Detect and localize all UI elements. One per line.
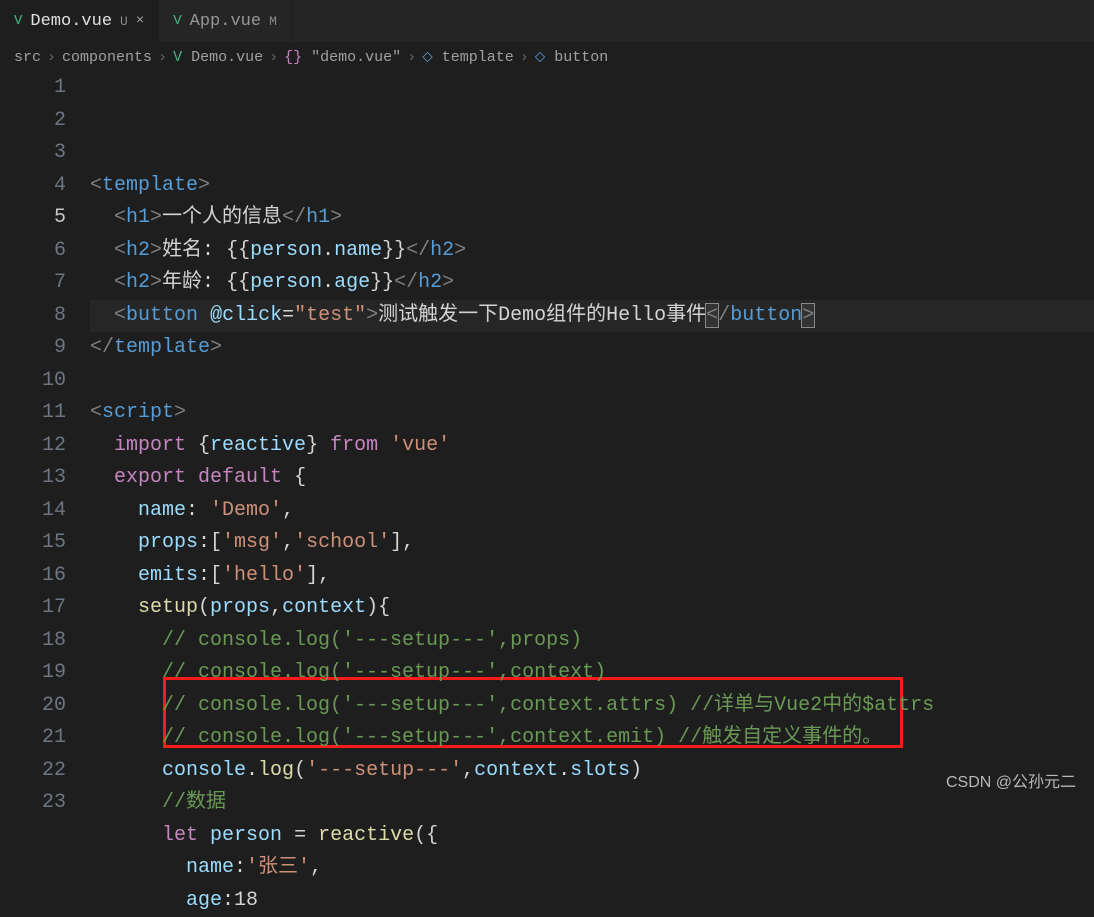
code-line[interactable]: // console.log('---setup---',context.emi… — [90, 722, 1094, 755]
code-line[interactable]: props:['msg','school'], — [90, 527, 1094, 560]
breadcrumb-label: Demo.vue — [191, 49, 263, 66]
breadcrumb-item[interactable]: ⬦ template — [422, 48, 514, 66]
line-number: 21 — [0, 722, 66, 755]
code-line[interactable]: age:18 — [90, 885, 1094, 917]
breadcrumb-item[interactable]: src — [14, 49, 41, 66]
element-icon: ⬦ — [422, 48, 433, 66]
code-line[interactable]: //数据 — [90, 787, 1094, 820]
code-line[interactable]: // console.log('---setup---',props) — [90, 625, 1094, 658]
code-line[interactable]: <button @click="test">测试触发一下Demo组件的Hello… — [90, 300, 1094, 333]
line-number: 4 — [0, 170, 66, 203]
code-line[interactable]: // console.log('---setup---',context.att… — [90, 690, 1094, 723]
tab-label: App.vue — [190, 12, 261, 31]
code-area[interactable]: <template> <h1>一个人的信息</h1> <h2>姓名: {{per… — [90, 72, 1094, 917]
breadcrumb-item[interactable]: components — [62, 49, 152, 66]
line-number: 14 — [0, 495, 66, 528]
tab-status: U — [120, 14, 128, 29]
chevron-right-icon: › — [158, 49, 167, 66]
line-number: 12 — [0, 430, 66, 463]
breadcrumb-label: button — [554, 49, 608, 66]
code-line[interactable] — [90, 365, 1094, 398]
code-line[interactable]: <h2>姓名: {{person.name}}</h2> — [90, 235, 1094, 268]
line-number: 11 — [0, 397, 66, 430]
line-number: 3 — [0, 137, 66, 170]
tab-status: M — [269, 14, 277, 29]
vue-icon: V — [173, 13, 181, 29]
line-number-gutter: 1234567891011121314151617181920212223 — [0, 72, 90, 917]
code-line[interactable]: let person = reactive({ — [90, 820, 1094, 853]
breadcrumb-item[interactable]: V Demo.vue — [173, 49, 263, 66]
tab-app-vue[interactable]: V App.vue M — [159, 0, 292, 42]
code-line[interactable]: </template> — [90, 332, 1094, 365]
chevron-right-icon: › — [407, 49, 416, 66]
braces-icon: {} — [284, 49, 302, 66]
breadcrumb-item[interactable]: ⬦ button — [535, 48, 609, 66]
code-line[interactable]: <h1>一个人的信息</h1> — [90, 202, 1094, 235]
code-line[interactable]: import {reactive} from 'vue' — [90, 430, 1094, 463]
line-number: 7 — [0, 267, 66, 300]
tab-bar: V Demo.vue U × V App.vue M — [0, 0, 1094, 42]
code-line[interactable]: // console.log('---setup---',context) — [90, 657, 1094, 690]
chevron-right-icon: › — [269, 49, 278, 66]
code-line[interactable]: <script> — [90, 397, 1094, 430]
line-number: 19 — [0, 657, 66, 690]
close-icon[interactable]: × — [136, 13, 144, 29]
breadcrumb-item[interactable]: {} "demo.vue" — [284, 49, 401, 66]
tab-label: Demo.vue — [30, 12, 112, 31]
watermark: CSDN @公孙元二 — [946, 768, 1076, 792]
code-line[interactable]: export default { — [90, 462, 1094, 495]
line-number: 5 — [0, 202, 66, 235]
breadcrumb-label: components — [62, 49, 152, 66]
breadcrumb-label: "demo.vue" — [311, 49, 401, 66]
line-number: 6 — [0, 235, 66, 268]
line-number: 2 — [0, 105, 66, 138]
line-number: 1 — [0, 72, 66, 105]
code-line[interactable]: setup(props,context){ — [90, 592, 1094, 625]
breadcrumb-label: src — [14, 49, 41, 66]
line-number: 10 — [0, 365, 66, 398]
line-number: 22 — [0, 755, 66, 788]
line-number: 8 — [0, 300, 66, 333]
line-number: 15 — [0, 527, 66, 560]
code-line[interactable]: name:'张三', — [90, 852, 1094, 885]
line-number: 17 — [0, 592, 66, 625]
line-number: 13 — [0, 462, 66, 495]
element-icon: ⬦ — [535, 48, 546, 66]
vue-icon: V — [14, 13, 22, 29]
code-line[interactable]: <h2>年龄: {{person.age}}</h2> — [90, 267, 1094, 300]
chevron-right-icon: › — [47, 49, 56, 66]
breadcrumb-label: template — [442, 49, 514, 66]
line-number: 23 — [0, 787, 66, 820]
code-line[interactable]: emits:['hello'], — [90, 560, 1094, 593]
code-editor[interactable]: 1234567891011121314151617181920212223 <t… — [0, 72, 1094, 917]
code-line[interactable]: <template> — [90, 170, 1094, 203]
vue-icon: V — [173, 49, 182, 66]
tab-demo-vue[interactable]: V Demo.vue U × — [0, 0, 159, 42]
line-number: 16 — [0, 560, 66, 593]
breadcrumb: src › components › V Demo.vue › {} "demo.vue" ›… — [0, 42, 1094, 72]
code-line[interactable]: name: 'Demo', — [90, 495, 1094, 528]
line-number: 9 — [0, 332, 66, 365]
chevron-right-icon: › — [520, 49, 529, 66]
line-number: 20 — [0, 690, 66, 723]
line-number: 18 — [0, 625, 66, 658]
code-line[interactable]: console.log('---setup---',context.slots) — [90, 755, 1094, 788]
